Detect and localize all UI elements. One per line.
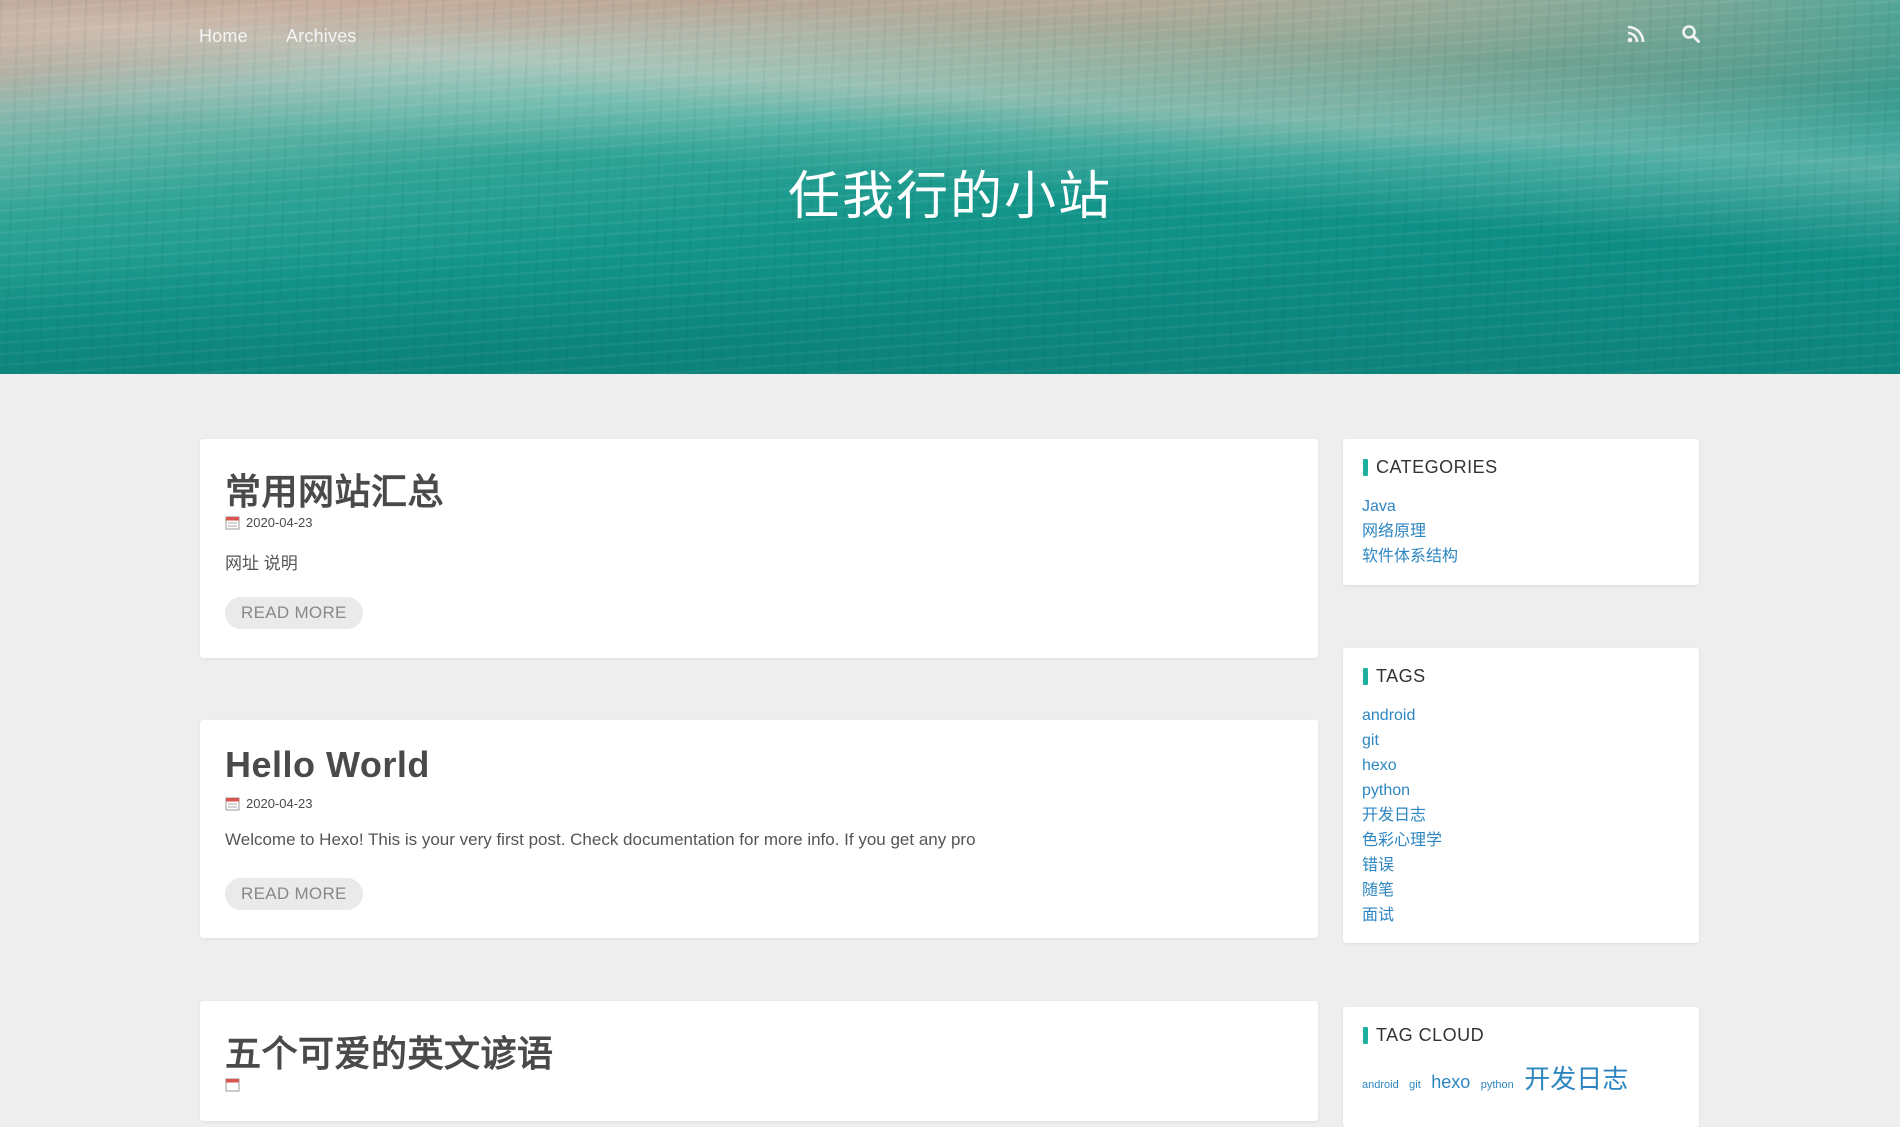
read-more-button[interactable]: READ MORE	[225, 597, 363, 629]
rss-icon[interactable]	[1626, 24, 1646, 44]
widget-title-label: TAGS	[1376, 666, 1426, 686]
tag-link[interactable]: 开发日志	[1362, 807, 1426, 824]
widget-title-label: CATEGORIES	[1376, 457, 1498, 477]
hero-banner: Home Archives 任我行的小站	[0, 0, 1900, 374]
tag-link[interactable]: 随笔	[1362, 882, 1394, 899]
post-card: 常用网站汇总 2020-04-23 网址 说明 READ MORE	[200, 439, 1318, 658]
nav-archives-link[interactable]: Archives	[286, 26, 357, 47]
post-meta: 2020-04-23	[225, 515, 313, 530]
post-title[interactable]: 五个可爱的英文谚语	[225, 1025, 554, 1077]
widget-title-label: TAG CLOUD	[1376, 1025, 1485, 1045]
tag-cloud-item[interactable]: hexo	[1431, 1072, 1470, 1092]
post-title[interactable]: 常用网站汇总	[225, 463, 444, 515]
tag-cloud-item[interactable]: python	[1481, 1079, 1514, 1091]
tag-link[interactable]: 面试	[1362, 907, 1394, 924]
category-link[interactable]: Java	[1362, 498, 1396, 515]
widget-title: TAGS	[1363, 666, 1426, 687]
nav-home-link[interactable]: Home	[199, 26, 248, 47]
widget-accent-bar	[1363, 459, 1368, 476]
tags-widget: TAGS android git hexo python 开发日志 色彩心理学 …	[1343, 648, 1699, 943]
tag-link[interactable]: 错误	[1362, 857, 1394, 874]
tag-link[interactable]: 色彩心理学	[1362, 832, 1442, 849]
tag-list: android git hexo python 开发日志 色彩心理学 错误 随笔…	[1362, 703, 1442, 928]
widget-accent-bar	[1363, 668, 1368, 685]
tag-link[interactable]: python	[1362, 782, 1410, 799]
tag-link[interactable]: hexo	[1362, 757, 1397, 774]
post-title[interactable]: Hello World	[225, 744, 430, 786]
tag-cloud: android git hexo python 开发日志	[1362, 1059, 1634, 1096]
read-more-button[interactable]: READ MORE	[225, 878, 363, 910]
widget-title: TAG CLOUD	[1363, 1025, 1484, 1046]
tag-link[interactable]: git	[1362, 732, 1379, 749]
post-card: 五个可爱的英文谚语	[200, 1001, 1318, 1121]
calendar-icon	[225, 796, 240, 811]
search-icon[interactable]	[1681, 24, 1701, 44]
post-excerpt: 网址 说明	[225, 554, 298, 573]
widget-accent-bar	[1363, 1027, 1368, 1044]
tag-cloud-item[interactable]: android	[1362, 1079, 1399, 1091]
tag-cloud-widget: TAG CLOUD android git hexo python 开发日志	[1343, 1007, 1699, 1127]
tag-link[interactable]: android	[1362, 707, 1415, 724]
widget-title: CATEGORIES	[1363, 457, 1498, 478]
post-card: Hello World 2020-04-23 Welcome to Hexo! …	[200, 720, 1318, 938]
category-link[interactable]: 网络原理	[1362, 523, 1426, 540]
post-excerpt: Welcome to Hexo! This is your very first…	[225, 830, 976, 849]
hero-shade	[0, 254, 1900, 374]
calendar-icon	[225, 1077, 240, 1092]
post-date: 2020-04-23	[246, 796, 313, 811]
tag-cloud-item[interactable]: 开发日志	[1524, 1064, 1628, 1094]
post-meta	[225, 1077, 246, 1092]
categories-widget: CATEGORIES Java 网络原理 软件体系结构	[1343, 439, 1699, 585]
tag-cloud-item[interactable]: git	[1409, 1079, 1421, 1091]
post-date: 2020-04-23	[246, 515, 313, 530]
site-title: 任我行的小站	[787, 168, 1112, 226]
category-list: Java 网络原理 软件体系结构	[1362, 494, 1458, 569]
post-meta: 2020-04-23	[225, 796, 313, 811]
calendar-icon	[225, 515, 240, 530]
category-link[interactable]: 软件体系结构	[1362, 548, 1458, 565]
